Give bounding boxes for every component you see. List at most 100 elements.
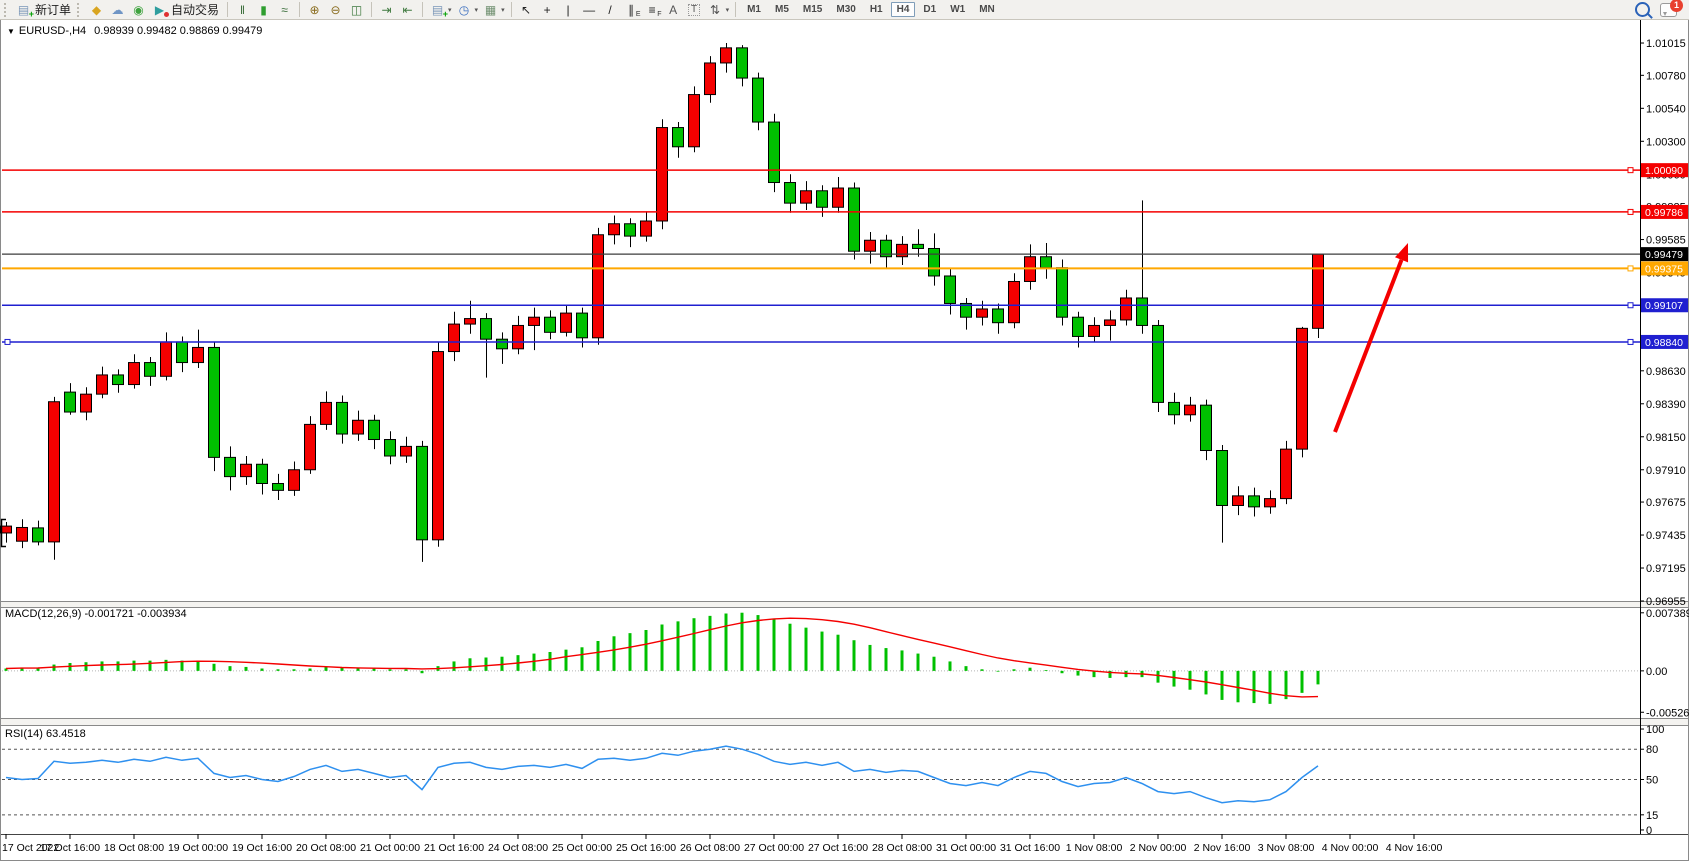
text-tool-icon: A	[669, 4, 677, 16]
profiles-icon[interactable]: ◷	[454, 1, 475, 18]
candle	[625, 224, 636, 236]
chart-collapse-icon[interactable]: ▼	[7, 27, 15, 36]
timeframe-button-w1[interactable]: W1	[944, 2, 971, 17]
toolbar-grip	[4, 3, 9, 17]
line-handle[interactable]	[5, 339, 10, 344]
notifications-icon[interactable]: 1	[1660, 3, 1677, 17]
chart-shift-icon[interactable]: ⇤	[397, 1, 418, 18]
dropdown-caret-icon[interactable]: ▾	[448, 6, 452, 14]
candle	[1185, 405, 1196, 415]
search-icon[interactable]	[1635, 2, 1650, 17]
cursor-tool-icon[interactable]: ↖	[516, 1, 537, 18]
line-handle[interactable]	[1628, 339, 1633, 344]
signals-icon: ◉	[133, 4, 143, 16]
tile-windows-icon[interactable]: ◫	[346, 1, 367, 18]
text-tool-icon[interactable]: A	[663, 1, 684, 18]
chart-surface[interactable]: 1.010151.007801.005401.003001.000600.998…	[0, 0, 1689, 861]
candle	[1281, 449, 1292, 498]
date-label: 2 Nov 00:00	[1130, 842, 1187, 854]
candle	[929, 248, 940, 275]
candle	[17, 527, 28, 541]
rsi-tick-label: 0	[1646, 825, 1652, 837]
candle	[1009, 281, 1020, 322]
community-icon[interactable]: ☁	[107, 1, 128, 18]
arrow-head-icon[interactable]	[1395, 243, 1408, 262]
timeframe-button-m15[interactable]: M15	[797, 2, 828, 17]
candle	[1105, 320, 1116, 325]
line-handle[interactable]	[1628, 209, 1633, 214]
line-handle[interactable]	[1628, 266, 1633, 271]
fibonacci-tool-icon: ≡	[649, 4, 656, 16]
timeframe-button-m1[interactable]: M1	[741, 2, 767, 17]
chart-shift-icon: ⇤	[403, 4, 413, 16]
zoom-out-icon[interactable]: ⊖	[325, 1, 346, 18]
price-tick-label: 0.98390	[1646, 399, 1686, 411]
date-label: 26 Oct 08:00	[680, 842, 740, 854]
candle	[593, 235, 604, 338]
candle	[481, 319, 492, 340]
candle	[657, 128, 668, 221]
price-tick-label: 0.99585	[1646, 235, 1686, 247]
new-order-button-label[interactable]: 新订单	[35, 1, 71, 18]
label-tool-icon[interactable]: T	[684, 1, 705, 18]
candle	[561, 313, 572, 332]
templates-icon[interactable]: ▦	[480, 1, 501, 18]
price-tick-label: 0.96955	[1646, 596, 1686, 608]
chart-ohlc-values: 0.98939 0.99482 0.98869 0.99479	[94, 25, 262, 37]
candlestick-chart-icon[interactable]: ▮	[253, 1, 274, 18]
trend-arrow-annotation[interactable]	[1335, 260, 1402, 432]
candle	[385, 440, 396, 456]
autotrading-button[interactable]: ▶	[149, 1, 170, 18]
zoom-in-icon[interactable]: ⊕	[304, 1, 325, 18]
timeframe-button-m5[interactable]: M5	[769, 2, 795, 17]
price-tick-label: 1.00300	[1646, 136, 1686, 148]
candle	[433, 352, 444, 540]
channel-tool-icon[interactable]: ∥E	[621, 1, 642, 18]
candle	[177, 342, 188, 363]
timeframe-button-d1[interactable]: D1	[917, 2, 942, 17]
candle	[321, 402, 332, 424]
panel-splitter[interactable]	[1, 719, 1688, 725]
auto-scroll-icon[interactable]: ⇥	[376, 1, 397, 18]
timeframe-button-h1[interactable]: H1	[864, 2, 889, 17]
panel-splitter[interactable]	[1, 602, 1688, 607]
date-label: 25 Oct 00:00	[552, 842, 612, 854]
signals-icon[interactable]: ◉	[128, 1, 149, 18]
toolbar-separator	[371, 2, 372, 17]
candle	[1137, 298, 1148, 325]
bar-chart-icon[interactable]: ‖	[232, 1, 253, 18]
candle	[1233, 496, 1244, 506]
new-chart-button[interactable]: ▤+	[427, 1, 448, 18]
candle	[97, 375, 108, 394]
candle	[257, 464, 268, 483]
templates-icon: ▦	[485, 4, 496, 16]
dropdown-caret-icon[interactable]: ▾	[726, 6, 730, 14]
timeframe-button-mn[interactable]: MN	[973, 2, 1001, 17]
market-watch-icon[interactable]: ◆	[86, 1, 107, 18]
dropdown-caret-icon[interactable]: ▾	[475, 6, 479, 14]
shapes-tool-icon[interactable]: ⇅	[705, 1, 726, 18]
rsi-tick-label: 50	[1646, 774, 1658, 786]
autotrading-button-label[interactable]: 自动交易	[171, 1, 219, 18]
timeframe-button-h4[interactable]: H4	[891, 2, 916, 17]
dropdown-caret-icon[interactable]: ▾	[501, 6, 505, 14]
fibonacci-tool-icon[interactable]: ≡F	[642, 1, 663, 18]
price-badge-label: 0.99107	[1645, 300, 1683, 312]
notification-badge: 1	[1670, 0, 1683, 12]
candle	[1121, 298, 1132, 320]
horizontal-line-tool-icon[interactable]: —	[579, 1, 600, 18]
candle	[1089, 325, 1100, 336]
candle	[641, 221, 652, 236]
trendline-tool-icon[interactable]: /	[600, 1, 621, 18]
line-handle[interactable]	[1628, 168, 1633, 173]
trendline-tool-icon: /	[608, 4, 611, 16]
new-order-button[interactable]: ▤+	[13, 1, 34, 18]
timeframe-button-m30[interactable]: M30	[830, 2, 861, 17]
line-chart-icon[interactable]: ≈	[274, 1, 295, 18]
vertical-line-tool-icon[interactable]: |	[558, 1, 579, 18]
zoom-in-icon: ⊕	[310, 4, 320, 16]
crosshair-tool-icon[interactable]: +	[537, 1, 558, 18]
candle	[497, 339, 508, 349]
line-handle[interactable]	[1628, 303, 1633, 308]
channel-tool-icon: ∥	[628, 4, 634, 16]
